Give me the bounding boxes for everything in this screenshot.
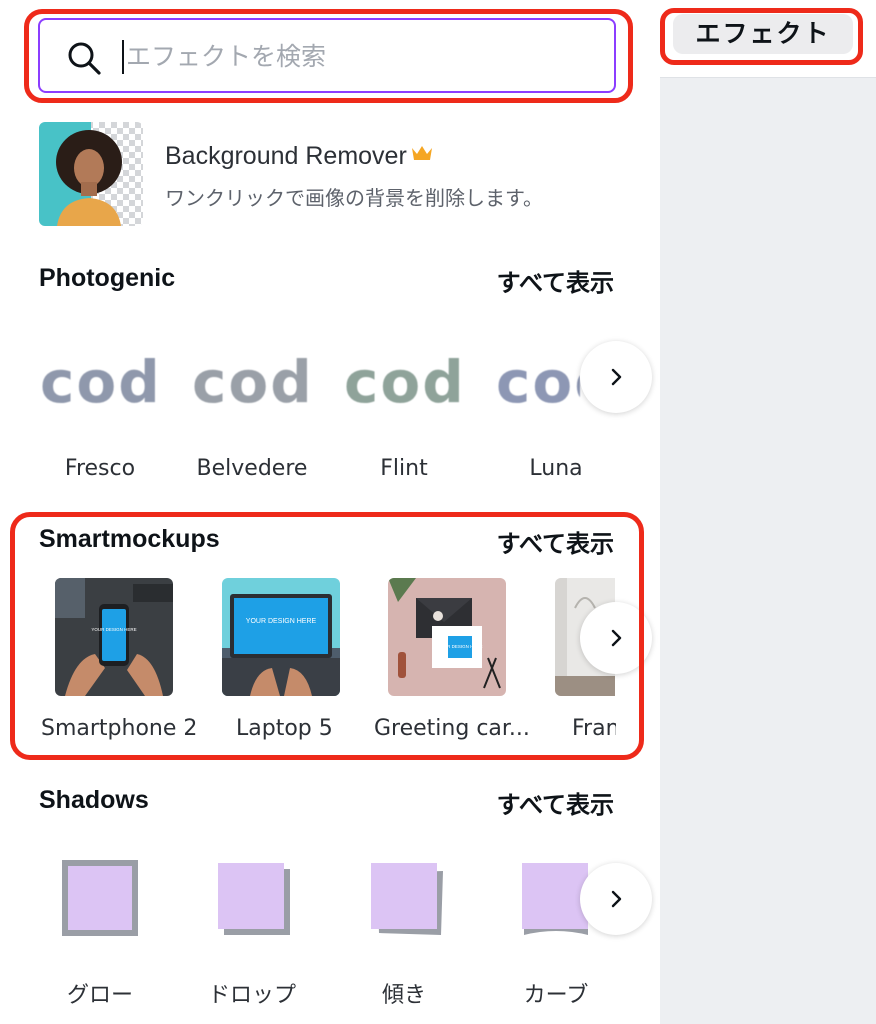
shadow-label-angle: 傾き bbox=[381, 983, 426, 1008]
see-all-photogenic-link[interactable]: すべて表示 bbox=[497, 263, 614, 298]
chevron-right-icon bbox=[611, 890, 622, 908]
photogenic-label-flint: Flint bbox=[380, 456, 428, 481]
preview-text: cod bbox=[192, 348, 314, 416]
background-remover-title[interactable]: Background Remover bbox=[165, 142, 433, 171]
background-remover-label: Background Remover bbox=[165, 142, 407, 170]
shadow-label-drop: ドロップ bbox=[207, 983, 296, 1008]
shadow-preview-drop[interactable] bbox=[218, 863, 292, 937]
section-title-shadows: Shadows bbox=[39, 786, 149, 814]
photogenic-preview-luna[interactable]: cod bbox=[496, 348, 580, 416]
photogenic-label-luna: Luna bbox=[529, 456, 583, 481]
search-highlight bbox=[24, 9, 633, 103]
photogenic-preview-flint[interactable]: cod bbox=[344, 348, 468, 416]
preview-text: cod bbox=[496, 348, 580, 416]
photogenic-preview-belvedere[interactable]: cod bbox=[192, 348, 316, 416]
photogenic-preview-fresco[interactable]: cod bbox=[40, 348, 164, 416]
shadow-preview-angle[interactable] bbox=[371, 863, 445, 937]
photogenic-next-button[interactable] bbox=[580, 341, 652, 413]
shadow-preview-glow[interactable] bbox=[60, 858, 140, 938]
chevron-right-icon bbox=[611, 368, 622, 386]
crown-icon bbox=[411, 146, 432, 160]
see-all-shadows-link[interactable]: すべて表示 bbox=[497, 785, 614, 820]
photogenic-label-fresco: Fresco bbox=[64, 456, 136, 481]
right-panel: エフェクト bbox=[660, 0, 876, 1024]
effects-tab-highlight bbox=[660, 8, 863, 65]
section-title-photogenic: Photogenic bbox=[39, 264, 176, 292]
preview-text: cod bbox=[40, 348, 162, 416]
photogenic-label-belvedere: Belvedere bbox=[196, 456, 308, 481]
background-remover-thumbnail[interactable] bbox=[39, 122, 143, 226]
shadow-label-glow: グロー bbox=[66, 983, 133, 1008]
smartmockups-highlight bbox=[10, 512, 644, 760]
background-remover-description: ワンクリックで画像の背景を削除します。 bbox=[165, 186, 543, 210]
preview-text: cod bbox=[344, 348, 466, 416]
shadows-next-button[interactable] bbox=[580, 863, 652, 935]
shadow-label-curve: カーブ bbox=[523, 983, 589, 1008]
background-remover-image bbox=[39, 122, 143, 226]
